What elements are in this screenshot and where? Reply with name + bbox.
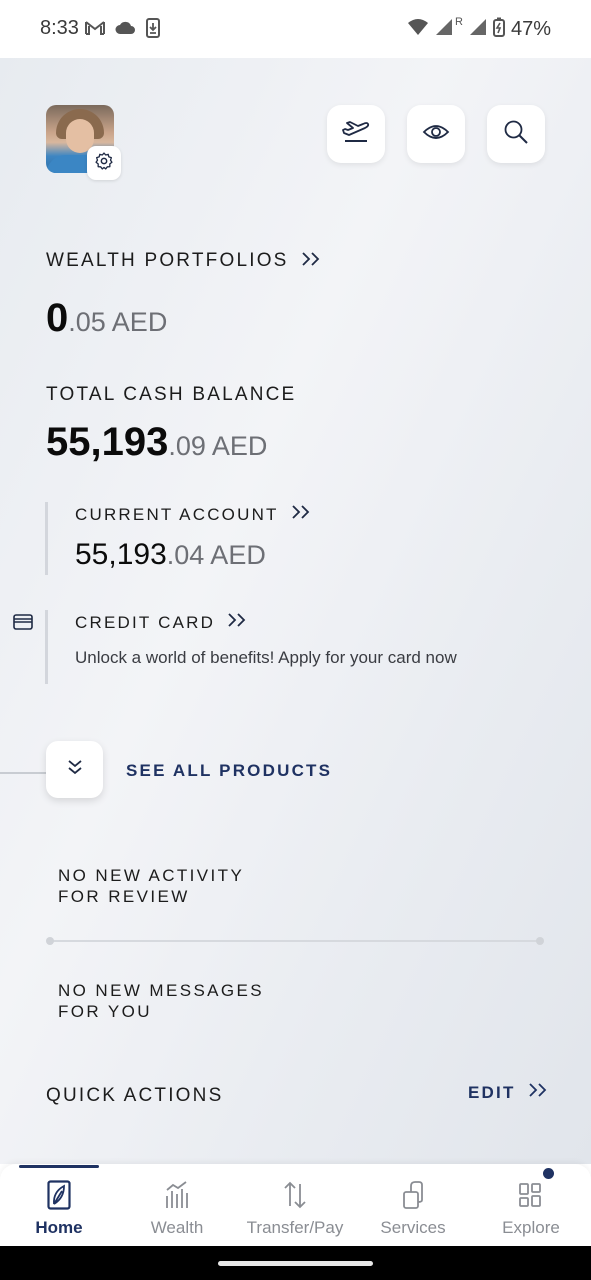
double-chevron-right-icon: [227, 612, 247, 633]
wealth-portfolios-label: WEALTH PORTFOLIOS: [46, 250, 289, 271]
credit-card-divider: [45, 610, 48, 684]
nav-transfer-pay[interactable]: Transfer/Pay: [236, 1164, 354, 1246]
explore-grid-icon: [518, 1168, 554, 1212]
chevron-double-down-icon: [66, 759, 84, 780]
home-leaf-icon: [47, 1178, 71, 1212]
profile-settings-button[interactable]: [87, 146, 121, 180]
nav-home[interactable]: Home: [0, 1164, 118, 1246]
credit-card-link[interactable]: CREDIT CARD: [75, 612, 247, 633]
double-chevron-right-icon: [528, 1082, 548, 1103]
current-account-label: CURRENT ACCOUNT: [75, 504, 279, 524]
section-divider: [50, 940, 540, 942]
roaming-indicator: R: [455, 15, 463, 28]
credit-card-label: CREDIT CARD: [75, 612, 216, 632]
search-icon: [503, 119, 529, 150]
bar-chart-icon: [164, 1178, 190, 1212]
credit-card-promo-text[interactable]: Unlock a world of benefits! Apply for yo…: [75, 648, 457, 668]
double-chevron-right-icon: [291, 504, 311, 525]
services-icon: [401, 1178, 425, 1212]
activity-notice: NO NEW ACTIVITY FOR REVIEW: [58, 866, 245, 906]
edit-label: EDIT: [468, 1082, 516, 1102]
nav-wealth[interactable]: Wealth: [118, 1164, 236, 1246]
see-all-products-button[interactable]: [46, 741, 103, 798]
gesture-handle[interactable]: [218, 1261, 373, 1266]
credit-card-icon: [13, 614, 33, 635]
messages-notice: NO NEW MESSAGES FOR YOU: [58, 981, 265, 1021]
battery-icon: [492, 17, 505, 42]
toggle-visibility-button[interactable]: [407, 105, 465, 163]
edit-quick-actions-link[interactable]: EDIT: [468, 1082, 548, 1103]
signal-icon-2: [469, 18, 487, 41]
see-all-connector-line: [0, 772, 46, 774]
home-dashboard: WEALTH PORTFOLIOS 0 .05 AED TOTAL CASH B…: [0, 58, 591, 1164]
nav-services-label: Services: [380, 1218, 446, 1237]
total-cash-balance-label: TOTAL CASH BALANCE: [46, 384, 297, 405]
nav-wealth-label: Wealth: [150, 1218, 204, 1237]
current-account-amount: 55,193 .04 AED: [75, 538, 266, 571]
nav-explore-label: Explore: [502, 1218, 560, 1237]
nav-explore[interactable]: Explore: [472, 1164, 590, 1246]
status-time: 8:33: [40, 17, 79, 39]
nav-home-label: Home: [35, 1218, 83, 1237]
nav-transfer-pay-label: Transfer/Pay: [246, 1218, 344, 1237]
eye-icon: [422, 122, 450, 147]
account-divider: [45, 502, 48, 575]
battery-percentage: 47%: [510, 18, 551, 40]
notification-badge: [543, 1168, 554, 1179]
travel-mode-button[interactable]: [327, 105, 385, 163]
gear-icon: [94, 151, 114, 176]
download-icon: [144, 18, 162, 43]
gmail-icon: [84, 19, 106, 42]
wealth-amount: 0 .05 AED: [46, 296, 168, 340]
status-bar: 8:33 R 47%: [0, 0, 591, 58]
search-button[interactable]: [487, 105, 545, 163]
see-all-products-label[interactable]: SEE ALL PRODUCTS: [126, 761, 332, 781]
airplane-takeoff-icon: [341, 119, 371, 150]
double-chevron-right-icon: [301, 251, 321, 272]
cloud-icon: [114, 20, 136, 41]
current-account-link[interactable]: CURRENT ACCOUNT: [75, 504, 311, 525]
transfer-arrows-icon: [282, 1178, 308, 1212]
total-cash-amount: 55,193 .09 AED: [46, 420, 268, 464]
bottom-navigation: Home Wealth Transfer/Pay Services Explor…: [0, 1164, 591, 1246]
wealth-portfolios-link[interactable]: WEALTH PORTFOLIOS: [46, 250, 321, 272]
system-gesture-bar: [0, 1246, 591, 1280]
signal-icon: [435, 18, 453, 41]
nav-services[interactable]: Services: [354, 1164, 472, 1246]
wifi-icon: [407, 18, 429, 41]
quick-actions-title: QUICK ACTIONS: [46, 1085, 224, 1106]
